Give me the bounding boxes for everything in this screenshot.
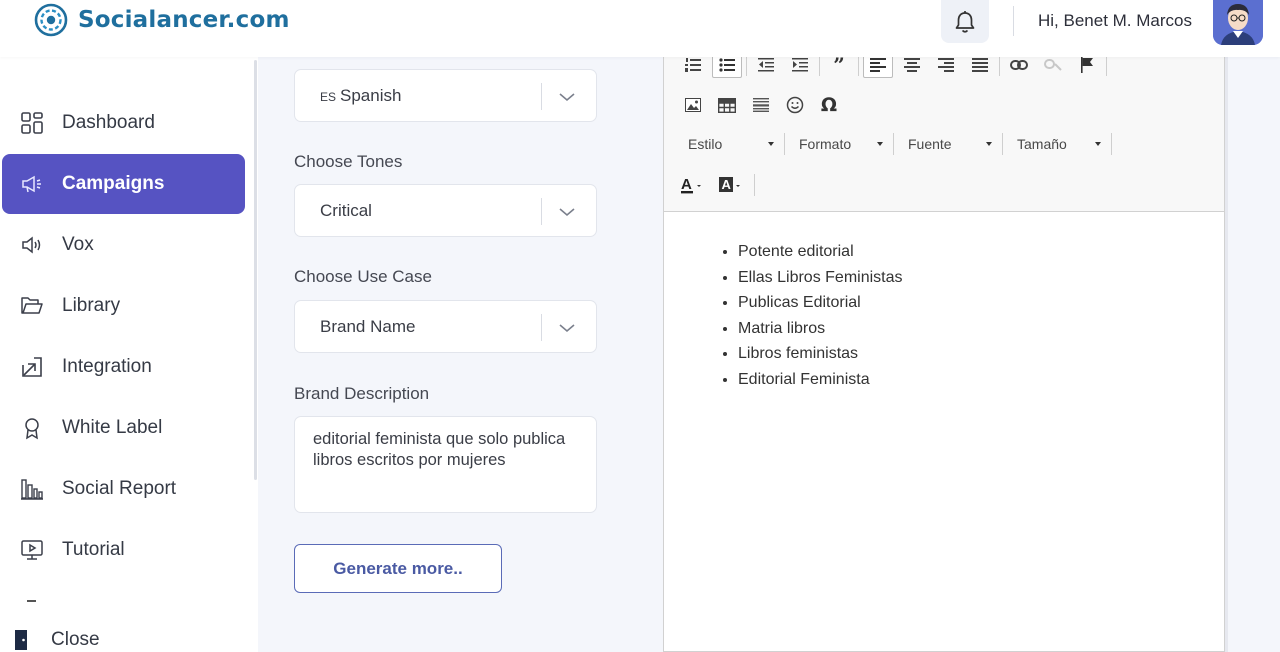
sidebar-scrollbar[interactable] xyxy=(254,60,257,480)
top-header: Socialancer.com Hi, Benet M. Marcos xyxy=(0,0,1280,57)
brand-logo[interactable]: Socialancer.com xyxy=(34,3,290,37)
background-color-icon[interactable]: A xyxy=(716,172,750,198)
folder-icon xyxy=(19,293,45,319)
sidebar-close[interactable]: Close xyxy=(14,628,100,652)
sidebar-item-label: Campaigns xyxy=(62,173,165,194)
sidebar-item-white-label[interactable]: White Label xyxy=(2,398,245,458)
editor-content-list[interactable]: Potente editorial Ellas Libros Feminista… xyxy=(738,239,903,392)
brand-description-input[interactable]: editorial feminista que solo publica lib… xyxy=(294,416,597,513)
use-case-label: Choose Use Case xyxy=(294,267,432,286)
language-value: ES Spanish xyxy=(320,86,402,105)
arrow-box-icon xyxy=(19,354,45,380)
megaphone-icon xyxy=(19,171,45,197)
notifications-button[interactable] xyxy=(941,0,989,43)
sidebar-item-label: White Label xyxy=(62,417,163,438)
bell-icon xyxy=(955,10,975,33)
select-separator xyxy=(541,314,542,341)
list-item: Ellas Libros Feministas xyxy=(738,265,903,291)
font-dropdown[interactable]: Fuente xyxy=(898,131,1002,157)
chevron-down-icon xyxy=(559,324,575,333)
tones-label: Choose Tones xyxy=(294,152,403,171)
generate-more-button[interactable]: Generate more.. xyxy=(294,544,502,593)
special-char-icon[interactable]: Ω xyxy=(814,92,844,118)
toolbar-row-2: Ω xyxy=(678,92,848,118)
bar-chart-icon xyxy=(19,476,45,502)
toolbar-row-4: A A xyxy=(678,172,759,198)
list-item: Publicas Editorial xyxy=(738,290,903,316)
sidebar-item-label: Dashboard xyxy=(62,112,155,133)
smiley-icon[interactable] xyxy=(780,92,810,118)
list-item: Potente editorial xyxy=(738,239,903,265)
sidebar-item-label: Tutorial xyxy=(62,539,125,560)
sidebar-item-integration[interactable]: Integration xyxy=(2,337,245,397)
sidebar-item-label: Vox xyxy=(62,234,94,255)
caret-down-icon xyxy=(877,142,883,146)
text-color-icon[interactable]: A xyxy=(678,172,712,198)
dashboard-icon xyxy=(19,110,45,136)
caret-down-icon xyxy=(768,142,774,146)
table-icon[interactable] xyxy=(712,92,742,118)
logo-mark-icon xyxy=(34,3,68,37)
close-label: Close xyxy=(51,629,100,650)
chevron-down-icon xyxy=(559,208,575,217)
caret-down-icon xyxy=(986,142,992,146)
sidebar-item-campaigns[interactable]: Campaigns xyxy=(2,154,245,214)
brand-description-label: Brand Description xyxy=(294,384,430,403)
door-exit-icon xyxy=(15,630,27,650)
select-separator xyxy=(541,83,542,110)
caret-down-icon xyxy=(1095,142,1101,146)
tones-value: Critical xyxy=(320,201,372,220)
language-code: ES xyxy=(320,90,337,104)
use-case-select[interactable]: Brand Name xyxy=(294,300,597,353)
sidebar-item-label: Library xyxy=(62,295,121,316)
use-case-value: Brand Name xyxy=(320,317,416,336)
sidebar-item-label: Social Report xyxy=(62,478,177,499)
toolbar-row-3: Estilo Formato Fuente Tamaño xyxy=(678,131,1116,157)
format-dropdown[interactable]: Formato xyxy=(789,131,893,157)
style-dropdown[interactable]: Estilo xyxy=(678,131,784,157)
horizontal-rule-icon[interactable] xyxy=(746,92,776,118)
user-avatar-icon xyxy=(1213,0,1263,45)
sidebar-item-vox[interactable]: Vox xyxy=(2,215,245,275)
sidebar-item-dashboard[interactable]: Dashboard xyxy=(2,93,245,153)
size-dropdown[interactable]: Tamaño xyxy=(1007,131,1111,157)
editor-toolbar: ” Ω Estilo Formato Fuente Tamaño A A xyxy=(664,52,1224,212)
sidebar-partial-item xyxy=(27,600,36,602)
list-item: Libros feministas xyxy=(738,341,903,367)
sidebar-item-library[interactable]: Library xyxy=(2,276,245,336)
image-icon[interactable] xyxy=(678,92,708,118)
svg-text:A: A xyxy=(722,177,732,192)
header-divider xyxy=(1013,6,1014,36)
brand-name: Socialancer.com xyxy=(78,7,290,33)
list-item: Editorial Feminista xyxy=(738,367,903,393)
award-icon xyxy=(19,415,45,441)
sidebar-item-tutorial[interactable]: Tutorial xyxy=(2,520,245,580)
user-greeting: Hi, Benet M. Marcos xyxy=(1038,11,1192,30)
list-item: Matria libros xyxy=(738,316,903,342)
select-separator xyxy=(541,198,542,225)
sidebar-item-social-report[interactable]: Social Report xyxy=(2,459,245,519)
avatar[interactable] xyxy=(1213,0,1263,45)
tones-select[interactable]: Critical xyxy=(294,184,597,237)
speaker-icon xyxy=(19,232,45,258)
chevron-down-icon xyxy=(559,93,575,102)
sidebar-item-label: Integration xyxy=(62,356,152,377)
video-icon xyxy=(19,537,45,563)
svg-text:A: A xyxy=(681,176,692,193)
right-scroll-track xyxy=(1225,57,1228,652)
rich-text-editor: ” Ω Estilo Formato Fuente Tamaño A A • P… xyxy=(663,52,1225,652)
language-select[interactable]: ES Spanish xyxy=(294,69,597,122)
